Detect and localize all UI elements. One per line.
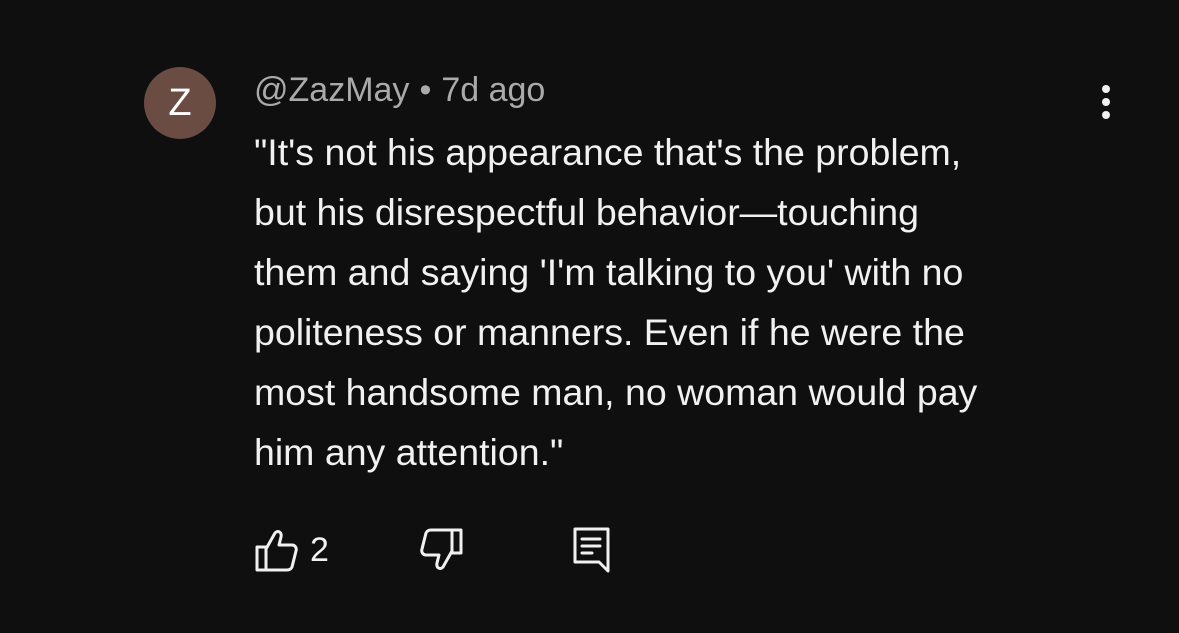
comment-text: "It's not his appearance that's the prob… — [254, 131, 978, 473]
more-vertical-icon — [1102, 85, 1110, 119]
author-name[interactable]: @ZazMay — [254, 71, 409, 110]
comment-menu-button[interactable] — [1086, 80, 1126, 124]
avatar[interactable]: Z — [144, 67, 216, 139]
thumbs-up-icon — [255, 530, 298, 572]
dislike-button[interactable] — [420, 524, 464, 576]
comment-timestamp[interactable]: 7d ago — [441, 71, 545, 110]
thumbs-down-icon — [420, 528, 463, 570]
meta-separator: • — [419, 70, 432, 109]
reply-button[interactable] — [572, 524, 612, 576]
like-count: 2 — [310, 530, 329, 569]
avatar-initial: Z — [168, 82, 192, 124]
comment-card: Z @ZazMay • 7d ago "It's not his appeara… — [0, 0, 1179, 633]
like-button[interactable]: 2 — [254, 524, 329, 576]
comment-header: @ZazMay • 7d ago — [254, 70, 545, 110]
reply-comment-icon — [573, 527, 610, 573]
